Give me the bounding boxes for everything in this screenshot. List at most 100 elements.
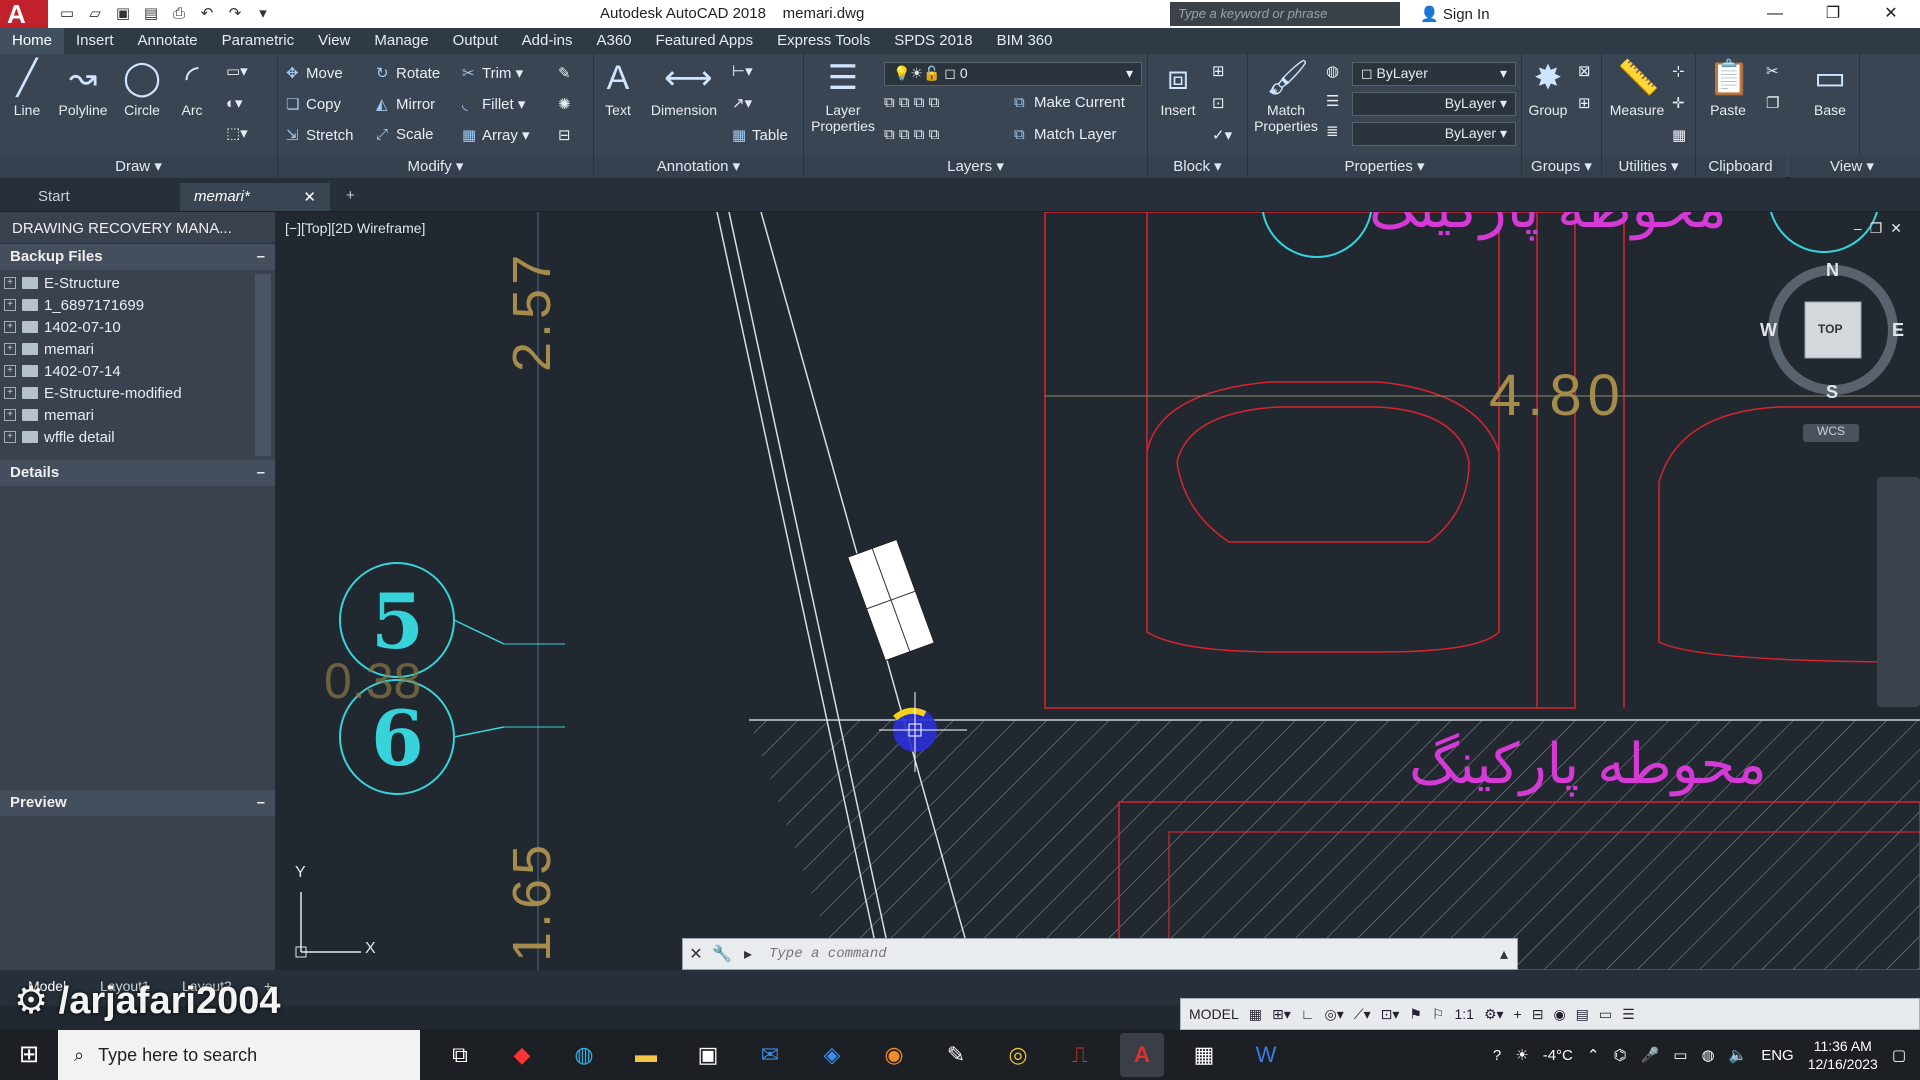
clipboard-panel-title[interactable]: Clipboard <box>1696 156 1785 178</box>
tab-annotate[interactable]: Annotate <box>126 28 210 54</box>
isodraft-icon[interactable]: ⟋▾ <box>1354 1006 1371 1023</box>
details-header[interactable]: Details – <box>0 460 275 486</box>
wcs-menu[interactable]: WCS <box>1803 424 1859 442</box>
taskbar-search[interactable]: ⌕ Type here to search <box>58 1030 420 1080</box>
acrobat-icon[interactable]: ⎍ <box>1058 1033 1102 1077</box>
edge-icon[interactable]: ◍ <box>562 1033 606 1077</box>
array-button[interactable]: ▦ Array ▾ <box>462 126 530 144</box>
quick-select-icon[interactable]: ⊹ <box>1672 62 1685 80</box>
white-block[interactable] <box>847 538 935 662</box>
rotate-button[interactable]: ↻ Rotate <box>376 64 440 82</box>
sign-in-button[interactable]: 👤 Sign In <box>1420 5 1490 23</box>
viewport-restore-icon[interactable]: ❐ <box>1870 220 1891 236</box>
snap-icon[interactable]: ⊞▾ <box>1272 1006 1291 1023</box>
measure-button[interactable]: 📏 Measure <box>1604 58 1670 118</box>
edit-block-icon[interactable]: ⊡ <box>1212 94 1225 112</box>
list-item[interactable]: + E-Structure <box>4 272 271 294</box>
expand-icon[interactable]: + <box>4 299 16 311</box>
list-item[interactable]: +1_6897171699 <box>4 294 271 316</box>
list-item[interactable]: + E-Structure-modified <box>4 382 271 404</box>
tab-output[interactable]: Output <box>441 28 510 54</box>
expand-icon[interactable]: + <box>4 387 16 399</box>
collapse-icon[interactable]: – <box>257 794 265 812</box>
globe-icon[interactable]: ◍ <box>1701 1046 1714 1064</box>
viewcube-top-label[interactable]: TOP <box>1818 322 1842 336</box>
expand-icon[interactable]: + <box>4 277 16 289</box>
restore-icon[interactable]: ❐ <box>1804 0 1862 28</box>
linetype-dropdown[interactable]: ByLayer ▾ <box>1352 92 1516 116</box>
tab-home[interactable]: Home <box>0 28 65 54</box>
hatch-icon[interactable]: ◐▾ <box>226 94 243 112</box>
chevron-up-icon[interactable]: ⌃ <box>1587 1046 1600 1064</box>
paste-button[interactable]: 📋 Paste <box>1702 58 1754 118</box>
circle-button[interactable]: ◯ Circle <box>118 58 166 118</box>
plot-icon[interactable]: ⎙ <box>168 3 190 25</box>
navigation-bar[interactable] <box>1877 477 1920 707</box>
viewport-close-icon[interactable]: ✕ <box>1890 220 1910 236</box>
calculator-icon[interactable]: ▦ <box>1672 126 1686 144</box>
windows-start-icon[interactable]: ⊞ <box>0 1030 58 1080</box>
customize-icon[interactable]: ▾ <box>252 3 274 25</box>
layer-properties-button[interactable]: ☰ Layer Properties <box>808 58 878 134</box>
polar-icon[interactable]: ◎▾ <box>1325 1006 1344 1023</box>
tree-scrollbar[interactable] <box>255 274 271 456</box>
tab-bim360[interactable]: BIM 360 <box>985 28 1065 54</box>
microphone-icon[interactable]: 🎤 <box>1641 1046 1660 1064</box>
trim-button[interactable]: ✂ Trim ▾ <box>462 64 523 82</box>
chrome-icon[interactable]: ◎ <box>996 1033 1040 1077</box>
tab-memari[interactable]: memari* ✕ <box>180 183 330 211</box>
drawing-viewport[interactable]: [−][Top][2D Wireframe] 2.57 4.80 0.38 1.… <box>279 212 1920 970</box>
list-item[interactable]: + memari <box>4 338 271 360</box>
list-item[interactable]: + memari <box>4 404 271 426</box>
viewport-controls-label[interactable]: [−][Top][2D Wireframe] <box>285 220 425 236</box>
osnap-icon[interactable]: ⊡▾ <box>1381 1006 1400 1023</box>
autocad-taskbar-icon[interactable]: A <box>1120 1033 1164 1077</box>
stretch-button[interactable]: ⇲ Stretch <box>286 126 354 144</box>
modify-panel-title[interactable]: Modify ▾ <box>278 156 593 178</box>
new-icon[interactable]: ▭ <box>56 3 78 25</box>
isolate-icon[interactable]: ◉ <box>1553 1006 1565 1023</box>
tab-a360[interactable]: A360 <box>584 28 643 54</box>
model-space-toggle[interactable]: MODEL <box>1189 1006 1239 1022</box>
tab-start[interactable]: Start <box>24 183 174 211</box>
close-icon[interactable]: ✕ <box>1862 0 1920 28</box>
customization-menu-icon[interactable]: ☰ <box>1622 1006 1635 1023</box>
tab-express-tools[interactable]: Express Tools <box>765 28 882 54</box>
list-item[interactable]: +1402-07-10 <box>4 316 271 338</box>
tab-add-ins[interactable]: Add-ins <box>510 28 585 54</box>
expand-icon[interactable]: + <box>4 365 16 377</box>
minimize-icon[interactable]: — <box>1746 0 1804 28</box>
plus-icon[interactable]: + <box>1514 1006 1522 1022</box>
color-dropdown[interactable]: ◻ ByLayer ▾ <box>1352 62 1516 86</box>
expand-icon[interactable]: + <box>4 343 16 355</box>
block-panel-title[interactable]: Block ▾ <box>1148 156 1247 178</box>
scale-button[interactable]: ⤢ Scale <box>376 126 434 143</box>
region-icon[interactable]: ⬚▾ <box>226 124 248 142</box>
open-icon[interactable]: ▱ <box>84 3 106 25</box>
mirror-button[interactable]: ◭ Mirror <box>376 95 435 113</box>
command-close-icon[interactable]: ✕ <box>683 944 709 964</box>
layers-panel-title[interactable]: Layers ▾ <box>804 156 1147 178</box>
ungroup-icon[interactable]: ⊠ <box>1578 62 1591 80</box>
leader-icon[interactable]: ↗▾ <box>732 94 752 112</box>
layer-tools-row2[interactable]: ⧉ ⧉ ⧉ ⧉ <box>884 126 939 143</box>
autoscale-icon[interactable]: ⚐ <box>1432 1006 1445 1023</box>
calculator-taskbar-icon[interactable]: ▦ <box>1182 1033 1226 1077</box>
command-prompt-icon[interactable]: ▸ <box>735 944 761 964</box>
tab-featured-apps[interactable]: Featured Apps <box>644 28 766 54</box>
dropbox-icon[interactable]: ◈ <box>810 1033 854 1077</box>
layer-dropdown[interactable]: 💡☀🔓 ◻ 0 ▾ <box>884 62 1142 86</box>
firefox-icon[interactable]: ◉ <box>872 1033 916 1077</box>
preview-header[interactable]: Preview – <box>0 790 275 816</box>
paint-icon[interactable]: ✎ <box>934 1033 978 1077</box>
viewcube-s[interactable]: S <box>1826 382 1838 403</box>
close-tab-icon[interactable]: ✕ <box>303 188 316 206</box>
temperature[interactable]: -4°C <box>1543 1047 1573 1064</box>
group-button[interactable]: ✸ Group <box>1524 58 1572 118</box>
arc-button[interactable]: ◜ Arc <box>172 58 212 118</box>
collapse-icon[interactable]: – <box>257 248 265 266</box>
grid-icon[interactable]: ▦ <box>1249 1006 1262 1023</box>
viewcube-w[interactable]: W <box>1760 320 1777 341</box>
copy-button[interactable]: ❏ Copy <box>286 95 341 113</box>
draw-panel-title[interactable]: Draw ▾ <box>0 156 277 178</box>
